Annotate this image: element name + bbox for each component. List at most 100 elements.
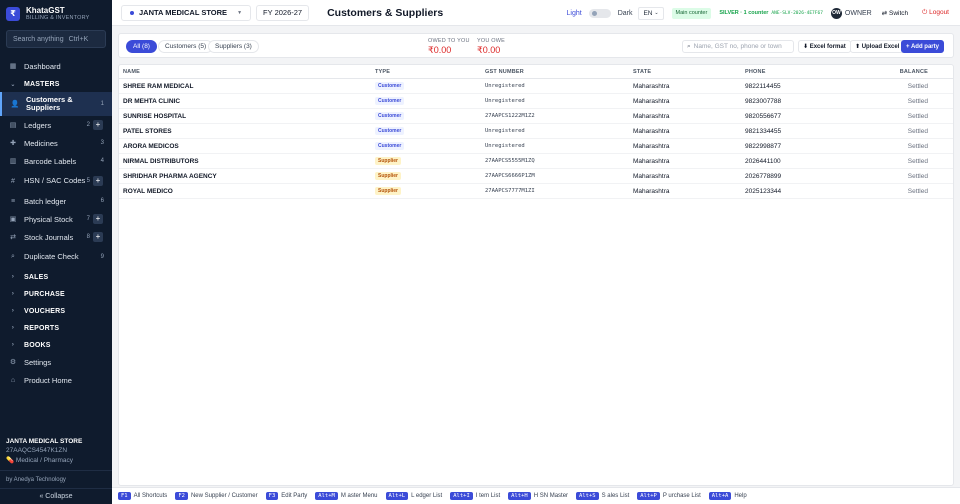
- add-icon[interactable]: +: [93, 232, 103, 242]
- chevron-down-icon: ⌄: [10, 81, 16, 88]
- sidebar-item-customers-suppliers[interactable]: 👤 Customers & Suppliers 1: [0, 92, 112, 116]
- search-shortcut: Ctrl+K: [68, 35, 89, 43]
- sidebar-item-duplicate-check[interactable]: ⌕ Duplicate Check 9: [0, 246, 112, 268]
- shortcut-key: Alt+I: [450, 492, 473, 500]
- state: Maharashtra: [633, 143, 670, 150]
- sidebar-item-product-home[interactable]: ⌂ Product Home: [0, 371, 112, 389]
- layers-icon: ≡: [10, 197, 16, 205]
- owed-to-you-value: ₹0.00: [428, 45, 452, 55]
- add-icon[interactable]: +: [93, 214, 103, 224]
- balance: Settled: [907, 98, 928, 105]
- shortcut-alt-a[interactable]: Alt+A Help: [708, 492, 747, 500]
- upload-excel-button[interactable]: ⬆ Upload Excel: [850, 40, 905, 53]
- add-icon[interactable]: +: [93, 176, 103, 186]
- shortcut-f2[interactable]: F2 New Supplier / Customer: [175, 492, 258, 500]
- col-name[interactable]: NAME: [123, 69, 140, 75]
- shortcut-key: Alt+L: [385, 492, 409, 500]
- sidebar-item-hsn-sac-codes[interactable]: # HSN / SAC Codes 5 +: [0, 170, 112, 192]
- shortcut-f1[interactable]: F1 All Shortcuts: [118, 492, 167, 500]
- sidebar-section-sales[interactable]: › SALES: [0, 268, 112, 286]
- sidebar-section-vouchers[interactable]: › VOUCHERS: [0, 302, 112, 320]
- brand[interactable]: ₹ KhataGST BILLING & INVENTORY: [0, 0, 112, 27]
- table-row[interactable]: ROYAL MEDICO Supplier 27AAPCS7777M1ZI Mahar…: [119, 184, 953, 199]
- collapse-button[interactable]: « Collapse: [0, 488, 112, 504]
- balance: Settled: [907, 143, 928, 150]
- sidebar-item-label: PURCHASE: [24, 290, 65, 298]
- you-owe-summary: YOU OWE ₹0.00: [477, 38, 505, 56]
- theme-dark-label[interactable]: Dark: [618, 10, 633, 17]
- shortcut-key: F3: [265, 492, 279, 500]
- language-select[interactable]: EN ⌄: [638, 6, 664, 20]
- store-name: JANTA MEDICAL STORE: [6, 438, 83, 445]
- counter-badge[interactable]: Main counter: [671, 7, 712, 19]
- col-phone[interactable]: PHONE: [745, 69, 766, 75]
- sidebar-item-medicines[interactable]: ✚ Medicines 3: [0, 134, 112, 152]
- sidebar-section-purchase[interactable]: › PURCHASE: [0, 285, 112, 303]
- sidebar-item-physical-stock[interactable]: ▣ Physical Stock 7 +: [0, 210, 112, 228]
- table-row[interactable]: SHRIDHAR PHARMA AGENCY Supplier 27AAPCS666…: [119, 169, 953, 184]
- avatar[interactable]: OW: [830, 7, 842, 19]
- shortcut-alt-p[interactable]: Alt+P P urchase List: [637, 492, 701, 500]
- sidebar-item-barcode-labels[interactable]: ▥ Barcode Labels 4: [0, 152, 112, 170]
- sidebar-section-reports[interactable]: › REPORTS: [0, 319, 112, 337]
- balance: Settled: [907, 113, 928, 120]
- sidebar-item-label: HSN / SAC Codes: [24, 176, 86, 185]
- table-row[interactable]: ARORA MEDICOS Customer Unregistered Maharas…: [119, 139, 953, 154]
- sidebar-item-stock-journals[interactable]: ⇄ Stock Journals 8 +: [0, 228, 112, 246]
- shortcut-alt-i[interactable]: Alt+I I tem List: [450, 492, 500, 500]
- state: Maharashtra: [633, 158, 670, 165]
- language-label: EN: [643, 9, 653, 17]
- add-icon[interactable]: +: [93, 120, 103, 130]
- by-line: by Anedya Technology: [0, 470, 112, 488]
- sidebar-item-batch-ledger[interactable]: ≡ Batch ledger 6: [0, 192, 112, 210]
- sidebar-item-dashboard[interactable]: ▦ Dashboard: [0, 57, 112, 75]
- col-gst[interactable]: GST NUMBER: [485, 69, 524, 75]
- col-state[interactable]: STATE: [633, 69, 651, 75]
- theme-light-label[interactable]: Light: [567, 10, 582, 17]
- sidebar-item-label: Customers & Suppliers: [26, 95, 73, 112]
- shortcut-key: F2: [175, 492, 188, 500]
- sidebar-section-masters[interactable]: ⌄ MASTERS: [0, 75, 112, 93]
- sidebar-item-label: REPORTS: [24, 324, 60, 332]
- type-badge: Customer: [375, 127, 405, 135]
- gst-number: Unregistered: [485, 128, 525, 134]
- table-row[interactable]: SHREE RAM MEDICAL Customer Unregistered Mah…: [119, 79, 953, 94]
- logout-button[interactable]: ⏻ Logout: [922, 9, 949, 17]
- owner-label[interactable]: OWNER: [845, 10, 872, 17]
- excel-format-button[interactable]: ⬇ Excel format: [798, 40, 851, 53]
- table-row[interactable]: NIRMAL DISTRIBUTORS Supplier 27AAPCS5555M1…: [119, 154, 953, 169]
- shortcut-alt-l[interactable]: Alt+L L edger List: [385, 492, 442, 500]
- sidebar-section-books[interactable]: › BOOKS: [0, 336, 112, 354]
- sidebar-search-input[interactable]: Search anything Ctrl+K: [6, 30, 106, 48]
- tab-all[interactable]: All (8): [126, 40, 157, 53]
- col-balance[interactable]: BALANCE: [900, 69, 928, 75]
- fy-selector[interactable]: FY 2026-27: [256, 4, 310, 21]
- shortcut-alt-h[interactable]: Alt+H H SN Master: [508, 492, 568, 500]
- party-name: ARORA MEDICOS: [123, 143, 179, 150]
- state: Maharashtra: [633, 98, 670, 105]
- theme-toggle[interactable]: [588, 8, 611, 18]
- shortcut-f3[interactable]: F3 Edit Party: [265, 492, 307, 500]
- sidebar-item-label: MASTERS: [24, 80, 60, 88]
- pill-icon: ✚: [10, 140, 16, 147]
- shortcut-key: Alt+H: [508, 492, 531, 500]
- add-party-button[interactable]: + Add party: [901, 40, 944, 53]
- shortcut-alt-s[interactable]: Alt+S S ales List: [576, 492, 629, 500]
- owed-to-you-summary: OWED TO YOU ₹0.00: [428, 38, 470, 56]
- phone: 2025123344: [745, 188, 782, 195]
- switch-button[interactable]: ⇄ Switch: [882, 9, 908, 17]
- table-row[interactable]: SUNRISE HOSPITAL Customer 27AAPCS1222M1Z2 M…: [119, 109, 953, 124]
- table-row[interactable]: PATEL STORES Customer Unregistered Maharash…: [119, 124, 953, 139]
- store-selector[interactable]: JANTA MEDICAL STORE ▼: [121, 4, 252, 21]
- tab-customers[interactable]: Customers (5): [158, 40, 214, 53]
- party-search-input[interactable]: ⌕ Name, GST no, phone or town: [682, 40, 794, 53]
- col-type[interactable]: TYPE: [375, 69, 390, 75]
- you-owe-label: YOU OWE: [477, 38, 505, 44]
- sidebar-item-settings[interactable]: ⚙ Settings: [0, 353, 112, 371]
- shortcut-alt-m[interactable]: Alt+M M aster Menu: [315, 492, 378, 500]
- party-name: NIRMAL DISTRIBUTORS: [123, 158, 199, 165]
- tab-suppliers[interactable]: Suppliers (3): [208, 40, 259, 53]
- table-row[interactable]: DR MEHTA CLINIC Customer Unregistered Mahar…: [119, 94, 953, 109]
- sidebar-item-label: Product Home: [24, 375, 72, 385]
- sidebar-item-ledgers[interactable]: ▤ Ledgers 2 +: [0, 116, 112, 134]
